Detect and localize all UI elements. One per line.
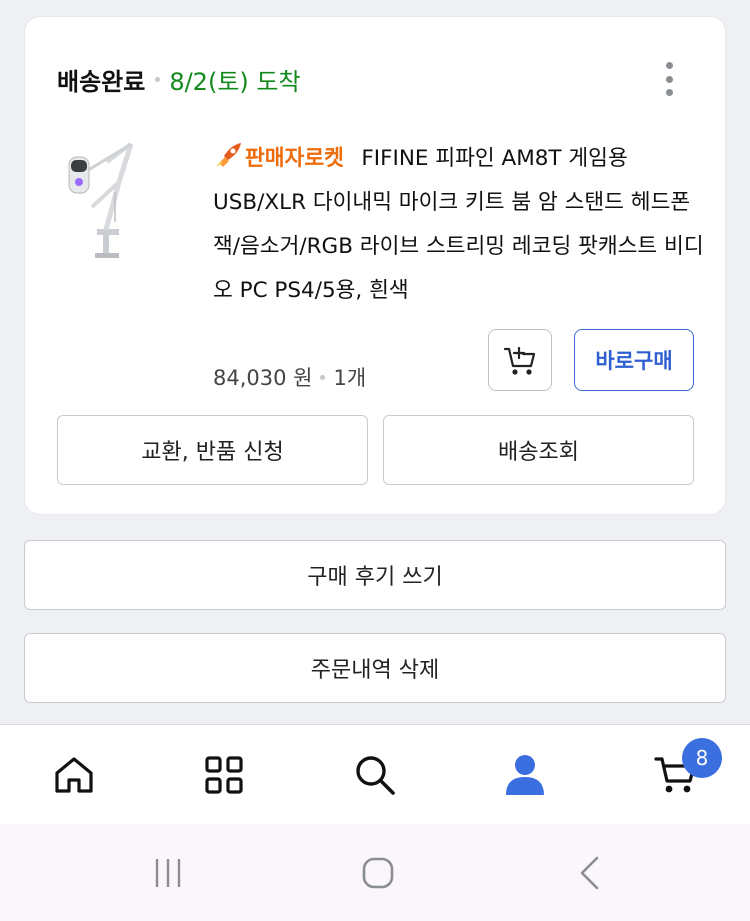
delivery-status: 배송완료 — [57, 67, 146, 96]
home-system-button[interactable] — [360, 852, 396, 894]
cart-plus-icon — [503, 346, 536, 375]
order-card: 배송완료 8/2(토) 도착 판매자로켓 FIFINE 피파인 AM8T 게임용… — [24, 16, 726, 515]
recent-apps-button[interactable] — [150, 852, 186, 894]
delivery-status-row: 배송완료 8/2(토) 도착 — [57, 61, 301, 97]
nav-search[interactable] — [343, 743, 407, 807]
nav-category[interactable] — [192, 743, 256, 807]
add-to-cart-button[interactable] — [488, 329, 552, 391]
product-title[interactable]: 판매자로켓 FIFINE 피파인 AM8T 게임용 USB/XLR 다이내믹 마… — [213, 137, 713, 313]
category-grid-icon — [205, 756, 243, 794]
nav-home[interactable] — [42, 743, 106, 807]
product-quantity: 1개 — [333, 366, 367, 390]
arrival-date: 8/2(토) 도착 — [169, 67, 301, 96]
separator-dot — [320, 374, 326, 380]
rocket-icon — [216, 143, 241, 167]
delivery-tracking-button[interactable]: 배송조회 — [383, 415, 694, 485]
search-icon — [356, 756, 395, 795]
home-circle-icon — [362, 857, 394, 889]
buy-now-button[interactable]: 바로구매 — [574, 329, 694, 391]
product-price: 84,030 원 — [213, 366, 313, 390]
recent-apps-icon — [155, 859, 181, 887]
delete-order-button[interactable]: 주문내역 삭제 — [24, 633, 726, 703]
bottom-nav — [0, 724, 750, 824]
separator-dot — [155, 76, 161, 82]
nav-my-page[interactable] — [493, 743, 557, 807]
user-icon — [506, 755, 544, 795]
seller-rocket-badge: 판매자로켓 — [213, 143, 351, 171]
product-thumbnail[interactable] — [57, 122, 177, 262]
rocket-badge-label: 판매자로켓 — [245, 146, 344, 171]
more-options-icon[interactable] — [657, 59, 681, 99]
back-button[interactable] — [574, 852, 604, 894]
exchange-return-button[interactable]: 교환, 반품 신청 — [57, 415, 368, 485]
cart-count-badge: 8 — [682, 738, 722, 778]
system-nav-bar — [0, 824, 750, 921]
home-icon — [55, 757, 93, 793]
price-row: 84,030 원 1개 — [213, 357, 366, 397]
back-icon — [580, 856, 599, 890]
write-review-button[interactable]: 구매 후기 쓰기 — [24, 540, 726, 610]
